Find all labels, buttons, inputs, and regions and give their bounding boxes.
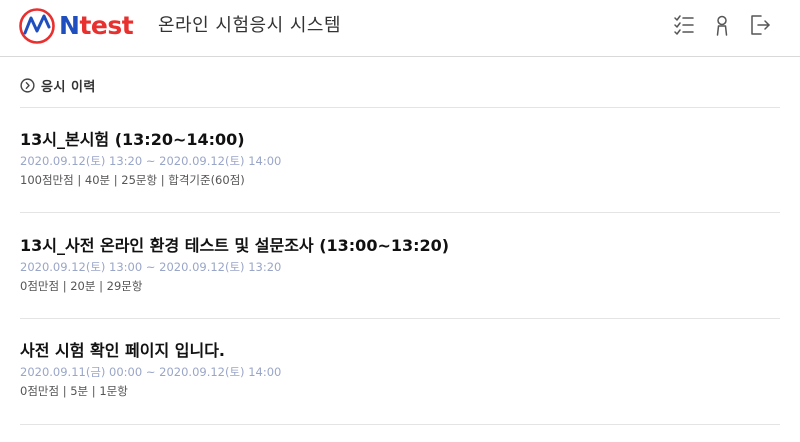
exam-item[interactable]: 13시_사전 온라인 환경 테스트 및 설문조사 (13:00~13:20) 2… bbox=[20, 235, 780, 315]
app-title: 온라인 시험응시 시스템 bbox=[158, 15, 342, 36]
ntest-logo[interactable]: Ntest bbox=[18, 7, 153, 45]
exam-info: 0점만점 | 5분 | 1문항 bbox=[20, 384, 128, 398]
exam-title[interactable]: 13시_본시험 (13:20~14:00) bbox=[20, 129, 245, 151]
ntest-logo-mark-icon bbox=[19, 8, 55, 44]
user-icon bbox=[716, 15, 728, 36]
logout-icon bbox=[751, 15, 770, 35]
divider bbox=[20, 424, 780, 425]
logo-wordmark-n: N bbox=[59, 11, 80, 40]
divider bbox=[20, 107, 780, 108]
logo-wordmark-rest: test bbox=[79, 11, 134, 40]
exam-title[interactable]: 사전 시험 확인 페이지 입니다. bbox=[20, 340, 225, 362]
divider bbox=[20, 212, 780, 213]
section-title: 응시 이력 bbox=[41, 79, 96, 95]
exam-title[interactable]: 13시_사전 온라인 환경 테스트 및 설문조사 (13:00~13:20) bbox=[20, 235, 449, 257]
exam-period: 2020.09.12(토) 13:20 ~ 2020.09.12(토) 14:0… bbox=[20, 154, 282, 168]
divider bbox=[20, 318, 780, 319]
header-actions bbox=[672, 12, 772, 38]
checklist-button[interactable] bbox=[672, 12, 696, 38]
chevron-circle-right-icon bbox=[20, 77, 35, 93]
user-button[interactable] bbox=[710, 12, 734, 38]
exam-info: 0점만점 | 20분 | 29문항 bbox=[20, 279, 143, 293]
checklist-icon bbox=[674, 15, 694, 35]
exam-period: 2020.09.11(금) 00:00 ~ 2020.09.12(토) 14:0… bbox=[20, 365, 282, 379]
exam-item[interactable]: 13시_본시험 (13:20~14:00) 2020.09.12(토) 13:2… bbox=[20, 129, 780, 209]
exam-period: 2020.09.12(토) 13:00 ~ 2020.09.12(토) 13:2… bbox=[20, 260, 282, 274]
logout-button[interactable] bbox=[748, 12, 772, 38]
logo-wordmark: Ntest bbox=[59, 11, 134, 41]
exam-item[interactable]: 사전 시험 확인 페이지 입니다. 2020.09.11(금) 00:00 ~ … bbox=[20, 340, 780, 420]
app-header: Ntest 온라인 시험응시 시스템 bbox=[0, 0, 800, 57]
history-section-header: 응시 이력 bbox=[20, 75, 96, 95]
exam-info: 100점만점 | 40분 | 25문항 | 합격기준(60점) bbox=[20, 173, 245, 187]
